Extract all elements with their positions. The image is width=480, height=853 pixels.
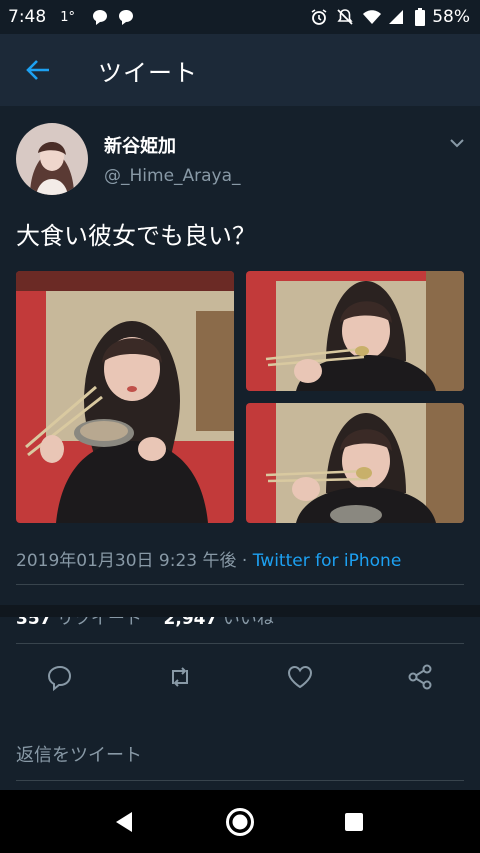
chevron-down-icon <box>450 139 464 148</box>
heart-icon <box>287 665 313 689</box>
tweet-text: 大食い彼女でも良い？ <box>16 222 256 250</box>
nav-home-button[interactable] <box>222 804 258 840</box>
back-button[interactable] <box>18 50 58 90</box>
home-circle-icon <box>226 808 254 836</box>
wifi-icon <box>362 8 382 26</box>
nav-back-button[interactable] <box>106 804 142 840</box>
system-navigation-bar <box>0 790 480 853</box>
photo-3[interactable] <box>246 403 464 523</box>
triangle-back-icon <box>116 812 132 832</box>
square-recents-icon <box>345 813 363 831</box>
chat-bubble-icon <box>91 8 109 26</box>
reply-input[interactable]: 返信をツイート <box>16 728 464 781</box>
chat-bubble-icon-2 <box>117 8 135 26</box>
reply-bar: 返信をツイート <box>0 728 480 788</box>
reply-button[interactable] <box>45 662 75 692</box>
tweet-actions <box>0 656 480 698</box>
battery-icon <box>414 8 426 26</box>
status-time: 7:48 <box>8 7 47 27</box>
media-grid <box>16 271 464 523</box>
alarm-icon <box>310 8 328 26</box>
page-title: ツイート <box>98 58 198 87</box>
photo-2[interactable] <box>246 271 464 391</box>
share-icon <box>408 664 432 690</box>
divider <box>16 643 464 644</box>
retweet-button[interactable] <box>165 662 195 692</box>
notifications-off-icon <box>336 8 354 26</box>
status-temperature: 1° <box>60 9 75 25</box>
nav-recents-button[interactable] <box>336 804 372 840</box>
reply-icon <box>47 665 72 692</box>
tweet-meta: 2019年01月30日 9:23 午後 · Twitter for iPhone <box>16 546 401 571</box>
author-name[interactable]: 新谷姫加 <box>104 132 176 158</box>
divider <box>16 584 464 585</box>
battery-percentage: 58% <box>432 7 470 27</box>
app-bar: ツイート <box>0 34 480 106</box>
meta-separator: · <box>236 551 253 571</box>
author-handle[interactable]: @_Hime_Araya_ <box>104 166 241 186</box>
tweet-timestamp[interactable]: 2019年01月30日 9:23 午後 <box>16 551 237 571</box>
arrow-left-icon <box>26 60 49 80</box>
section-separator <box>0 605 480 617</box>
share-button[interactable] <box>405 662 435 692</box>
tweet-menu-button[interactable] <box>448 134 466 152</box>
photo-1[interactable] <box>16 271 234 523</box>
status-bar: 7:48 1° 58% <box>0 0 480 34</box>
cell-signal-icon <box>388 8 406 26</box>
like-button[interactable] <box>285 662 315 692</box>
retweet-icon <box>172 667 188 687</box>
tweet-source[interactable]: Twitter for iPhone <box>253 551 402 571</box>
avatar[interactable] <box>16 123 88 195</box>
